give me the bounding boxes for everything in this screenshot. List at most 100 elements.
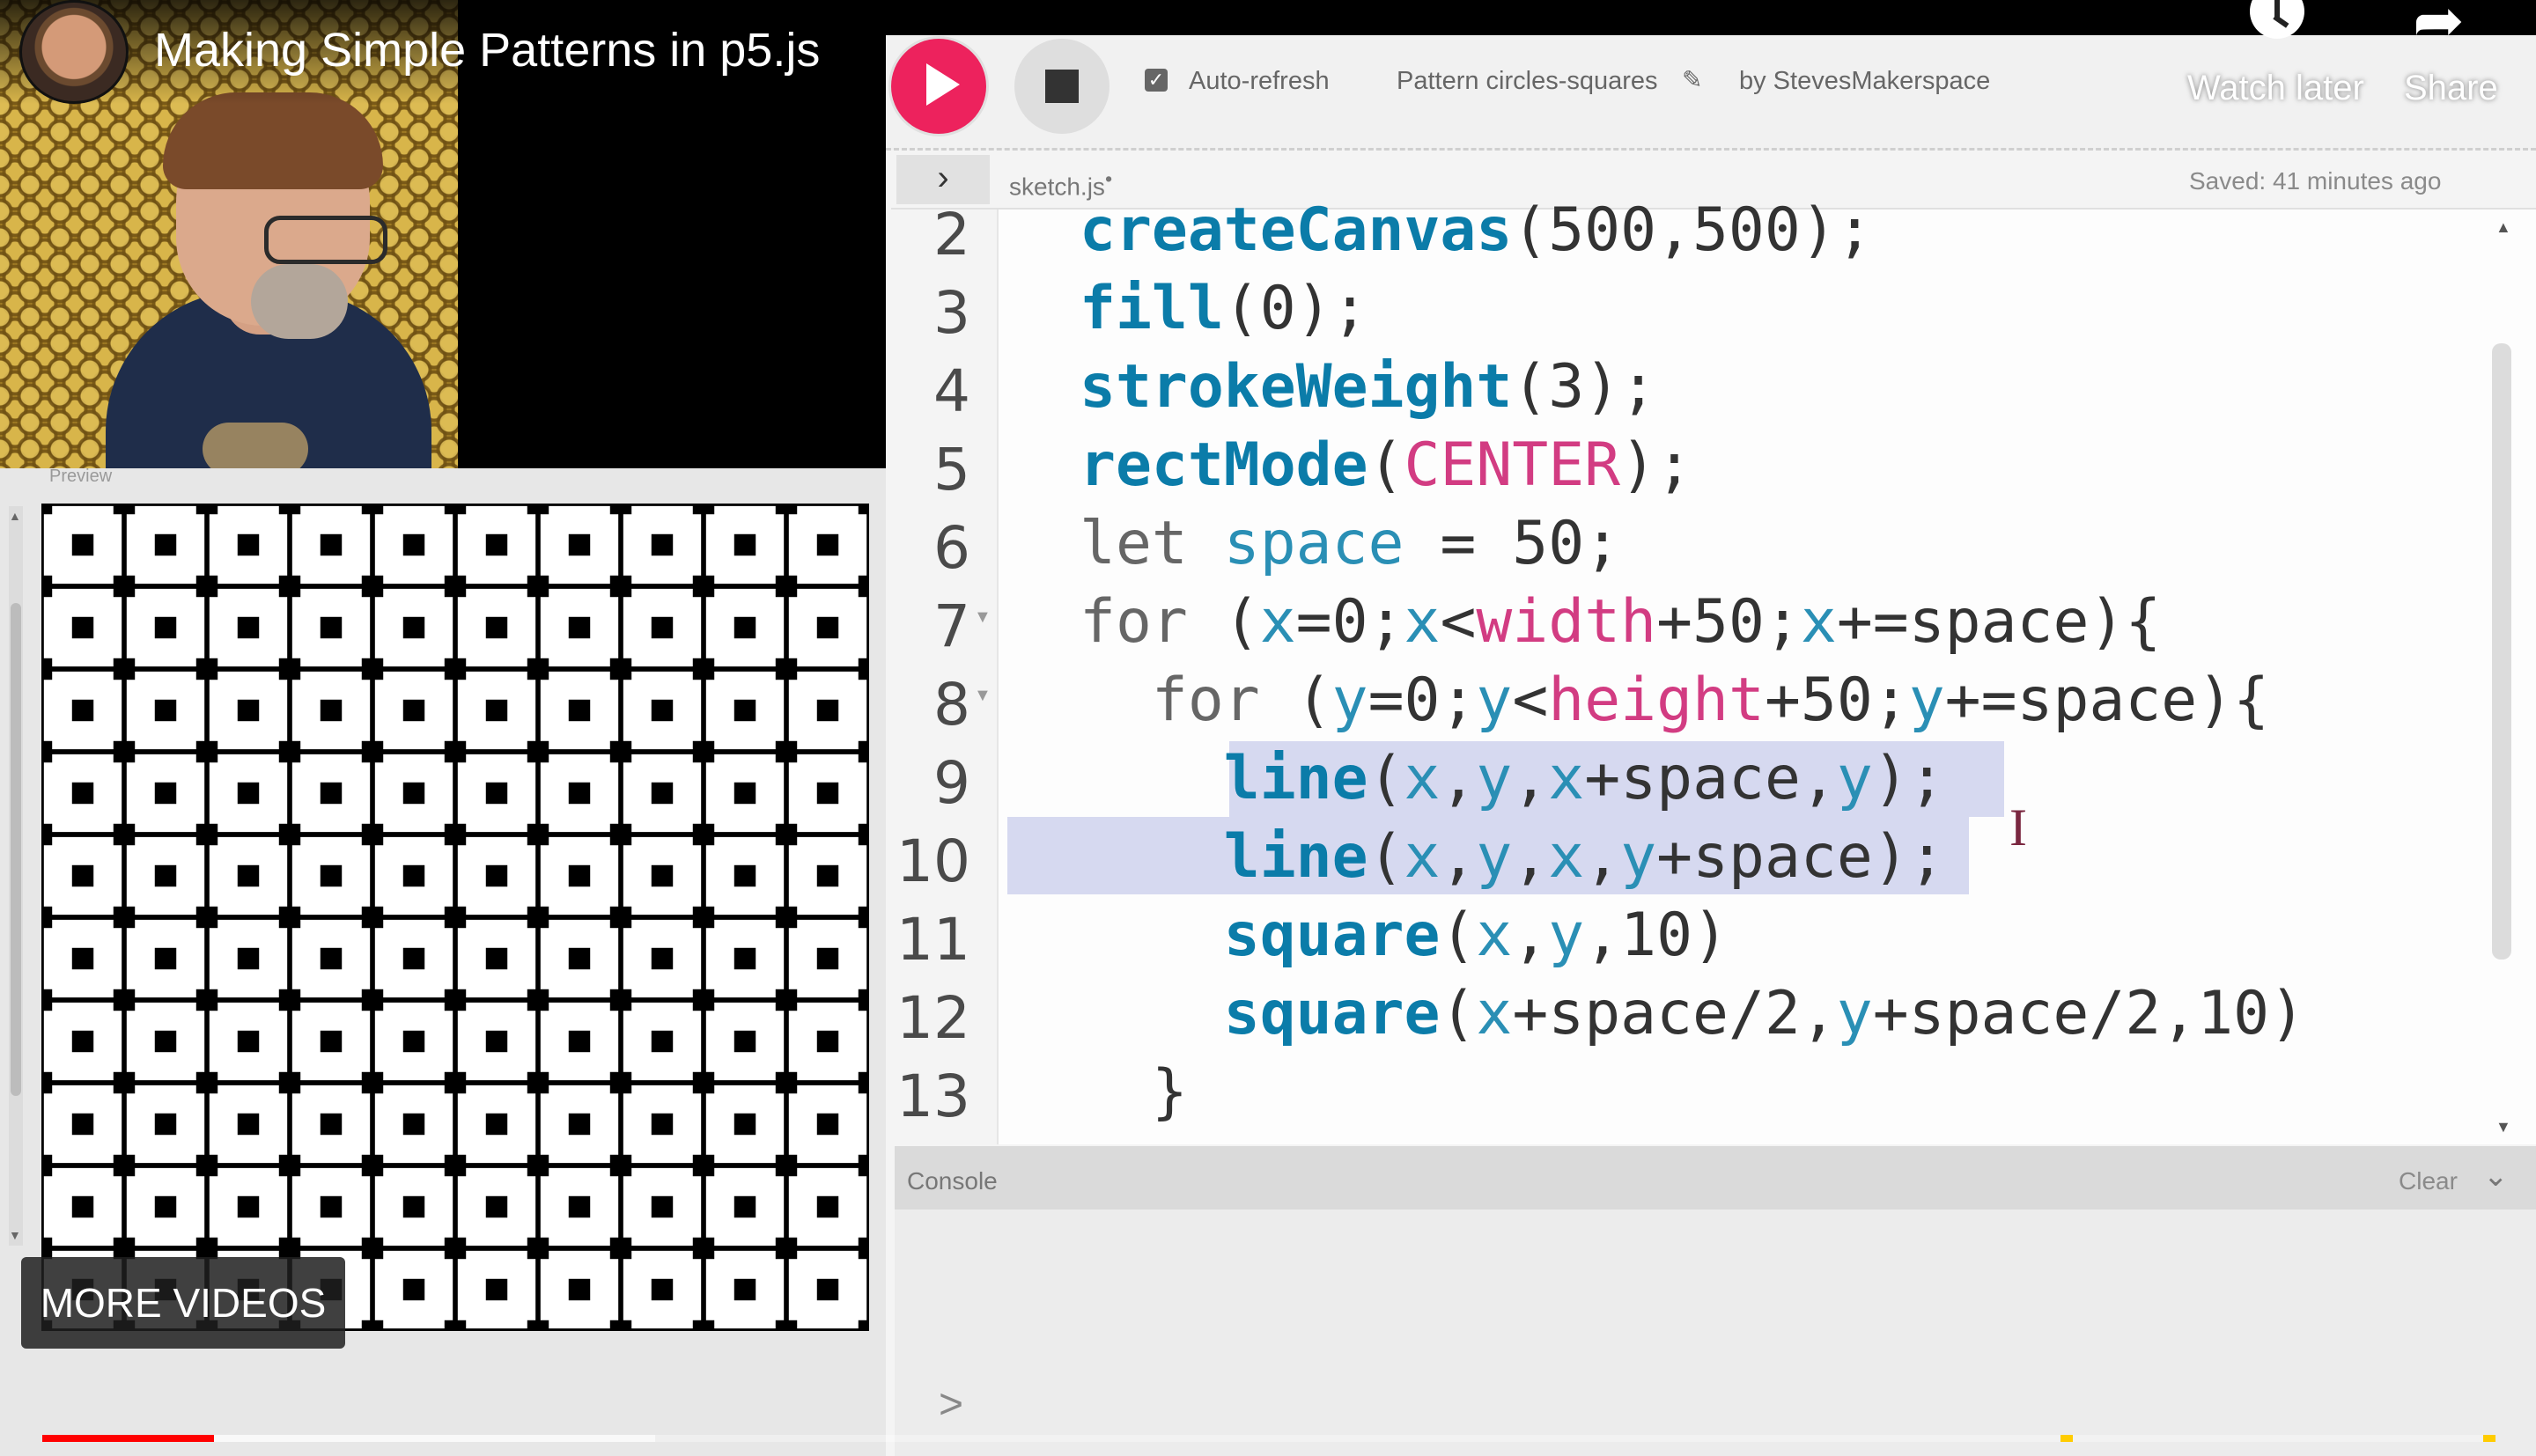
more-videos-button[interactable]: MORE VIDEOS: [21, 1257, 345, 1349]
auto-refresh-label[interactable]: Auto-refresh: [1189, 67, 1330, 96]
pattern-square: [692, 1154, 715, 1177]
sketch-name[interactable]: Pattern circles-squares: [1397, 67, 1658, 96]
pattern-square: [113, 658, 136, 680]
sidebar-toggle-button[interactable]: ›: [896, 155, 990, 204]
chevron-down-icon[interactable]: ⌄: [2483, 1158, 2509, 1194]
channel-avatar[interactable]: [19, 0, 129, 104]
share-icon[interactable]: ➦: [2413, 0, 2465, 56]
pattern-square: [278, 740, 301, 763]
pattern-square: [154, 1113, 177, 1136]
video-progress-played[interactable]: [42, 1435, 214, 1442]
code-scroll-thumb[interactable]: [2492, 343, 2511, 960]
pattern-square: [609, 906, 632, 929]
pattern-square: [485, 1113, 508, 1136]
pattern-square: [485, 1030, 508, 1053]
pattern-square: [816, 864, 839, 887]
pattern-square: [816, 533, 839, 556]
pattern-square: [402, 1195, 425, 1218]
pattern-square: [527, 575, 549, 598]
video-title[interactable]: Making Simple Patterns in p5.js: [154, 23, 820, 77]
sketch-canvas[interactable]: [41, 504, 869, 1331]
code-line: line(x,y,x,y+space);: [1223, 822, 1945, 892]
pattern-square: [402, 1278, 425, 1301]
scroll-down-icon[interactable]: ▼: [2495, 1118, 2511, 1136]
pattern-square: [816, 699, 839, 722]
share-button[interactable]: Share: [2404, 69, 2498, 108]
pattern-square: [609, 740, 632, 763]
code-scrollbar[interactable]: [2488, 220, 2515, 1136]
pattern-square: [527, 1320, 549, 1331]
pattern-square: [692, 1237, 715, 1260]
pattern-square: [361, 575, 384, 598]
code-line: square(x,y,10): [1223, 901, 1729, 970]
preview-scroll-thumb[interactable]: [11, 603, 21, 1096]
scroll-up-icon[interactable]: ▲: [9, 509, 21, 523]
pattern-square: [734, 1278, 756, 1301]
pattern-square: [858, 575, 869, 598]
sketch-author[interactable]: by StevesMakerspace: [1739, 67, 1990, 96]
pattern-square: [278, 823, 301, 846]
pattern-square: [734, 616, 756, 639]
pattern-square: [568, 864, 591, 887]
pattern-square: [858, 1154, 869, 1177]
line-number: 5: [933, 436, 970, 504]
pattern-square: [71, 1195, 94, 1218]
pattern-square: [568, 699, 591, 722]
pattern-square: [444, 1320, 467, 1331]
pattern-square: [651, 616, 674, 639]
pattern-square: [651, 1195, 674, 1218]
pattern-square: [775, 1320, 798, 1331]
pattern-square: [195, 823, 218, 846]
code-line: for (x=0;x<width+50;x+=space){: [1080, 587, 2162, 657]
line-number: 10: [896, 827, 970, 895]
pattern-square: [816, 1030, 839, 1053]
pattern-square: [816, 616, 839, 639]
auto-refresh-checkbox[interactable]: ✓: [1145, 69, 1168, 92]
pattern-square: [154, 1195, 177, 1218]
preview-scrollbar[interactable]: [9, 506, 23, 1246]
pattern-square: [609, 1320, 632, 1331]
code-line: rectMode(CENTER);: [1080, 430, 1692, 500]
code-line: for (y=0;y<height+50;y+=space){: [1151, 665, 2270, 735]
pattern-square: [485, 699, 508, 722]
pattern-square: [858, 504, 869, 515]
pattern-square: [154, 864, 177, 887]
pattern-square: [651, 1030, 674, 1053]
pattern-square: [195, 989, 218, 1011]
fold-arrow-icon[interactable]: ▼: [974, 607, 992, 628]
pattern-square: [651, 533, 674, 556]
pattern-square: [41, 504, 53, 515]
pattern-square: [41, 1154, 53, 1177]
pattern-square: [568, 1278, 591, 1301]
pattern-square: [568, 533, 591, 556]
pattern-square: [527, 740, 549, 763]
fold-arrow-icon[interactable]: ▼: [974, 686, 992, 706]
code-line: let space = 50;: [1080, 509, 1621, 578]
console-prompt[interactable]: >: [939, 1380, 963, 1429]
pattern-square: [278, 658, 301, 680]
line-number: 2: [933, 201, 970, 268]
pattern-square: [278, 1237, 301, 1260]
pattern-square: [692, 658, 715, 680]
pencil-icon[interactable]: ✎: [1682, 65, 1702, 94]
pattern-square: [485, 864, 508, 887]
console-body[interactable]: [895, 1210, 2536, 1456]
pattern-square: [692, 989, 715, 1011]
watch-later-button[interactable]: Watch later: [2187, 69, 2364, 108]
pattern-square: [734, 1030, 756, 1053]
pattern-square: [320, 1195, 343, 1218]
line-number: 3: [933, 279, 970, 347]
line-number: 13: [896, 1063, 970, 1130]
pattern-square: [775, 575, 798, 598]
console-clear-button[interactable]: Clear: [2399, 1167, 2458, 1195]
pattern-square: [361, 1154, 384, 1177]
code-line: createCanvas(500,500);: [1080, 195, 1873, 265]
pattern-square: [734, 1195, 756, 1218]
scroll-down-icon[interactable]: ▼: [9, 1228, 21, 1242]
pattern-square: [775, 740, 798, 763]
pattern-square: [71, 1030, 94, 1053]
pattern-square: [775, 823, 798, 846]
scroll-up-icon[interactable]: ▲: [2495, 218, 2511, 237]
pattern-square: [527, 1071, 549, 1094]
pattern-square: [734, 782, 756, 805]
